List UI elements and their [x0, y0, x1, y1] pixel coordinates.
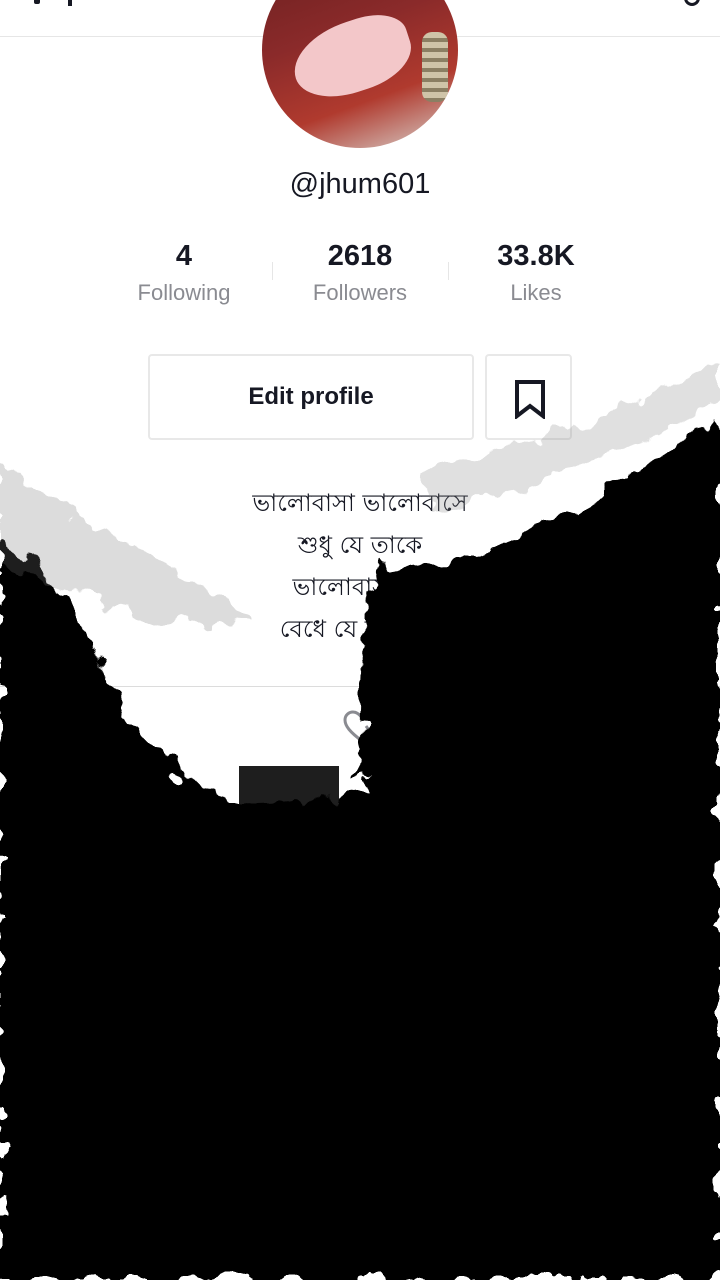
back-icon[interactable] [34, 0, 40, 4]
bookmark-icon [515, 380, 545, 419]
stat-likes[interactable]: 33.8K Likes [448, 238, 624, 306]
stat-value: 2618 [327, 240, 393, 272]
tabs-divider [0, 686, 720, 687]
stat-label: Followers [312, 280, 408, 305]
bio: ভালোবাসা ভালোবাসে শুধু যে তাকে ভালোবাসা … [252, 489, 468, 643]
avatar-photo-detail [284, 5, 420, 109]
stats-row: 4 Following 2618 Followers 33.8K Likes [96, 238, 624, 318]
stat-value: 33.8K [497, 240, 575, 272]
username: @jhum601 [289, 168, 431, 200]
edit-profile-button[interactable]: Edit profile [148, 354, 474, 440]
liked-videos-icon[interactable] [342, 710, 382, 744]
stat-label: Likes [510, 280, 562, 305]
favorites-button[interactable] [485, 354, 572, 440]
avatar-photo-detail [422, 32, 448, 102]
avatar[interactable] [262, 0, 458, 148]
add-user-icon[interactable] [68, 0, 72, 6]
stat-following[interactable]: 4 Following [96, 238, 272, 306]
stat-value: 4 [175, 240, 193, 272]
profile-page: @jhum601 4 Following 2618 Followers 33.8… [0, 0, 720, 1280]
stat-followers[interactable]: 2618 Followers [272, 238, 448, 306]
menu-icon[interactable] [684, 0, 700, 6]
video-thumbnail[interactable] [239, 766, 339, 826]
stat-label: Following [137, 280, 231, 305]
